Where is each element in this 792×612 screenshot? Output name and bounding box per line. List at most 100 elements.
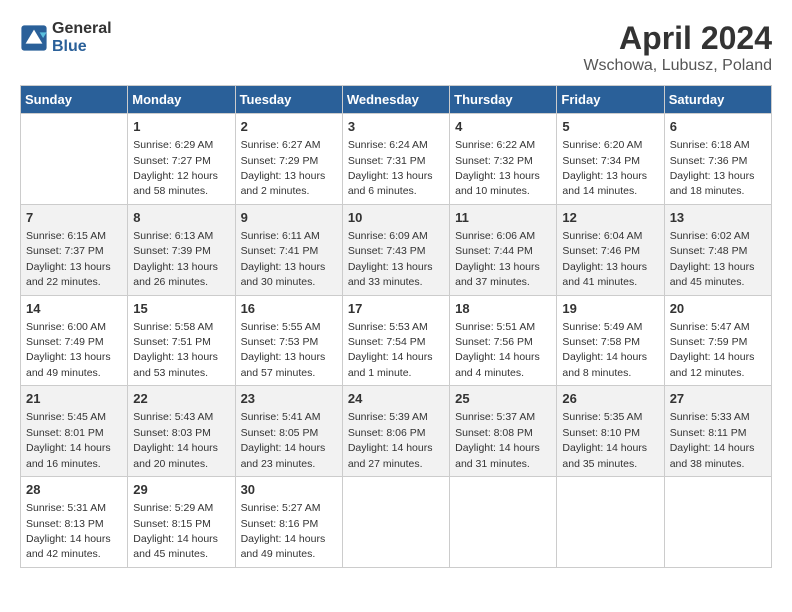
- calendar-header: SundayMondayTuesdayWednesdayThursdayFrid…: [21, 86, 772, 114]
- calendar-cell: 3 Sunrise: 6:24 AM Sunset: 7:31 PM Daylig…: [342, 114, 449, 205]
- calendar-cell: 30 Sunrise: 5:27 AM Sunset: 8:16 PM Dayli…: [235, 477, 342, 568]
- day-info: Sunrise: 6:02 AM Sunset: 7:48 PM Dayligh…: [670, 230, 755, 288]
- day-number: 10: [348, 209, 444, 227]
- day-number: 19: [562, 300, 658, 318]
- day-info: Sunrise: 5:37 AM Sunset: 8:08 PM Dayligh…: [455, 411, 540, 469]
- calendar-cell: 22Sunrise: 5:43 AM Sunset: 8:03 PM Dayli…: [128, 386, 235, 477]
- day-info: Sunrise: 5:31 AM Sunset: 8:13 PM Dayligh…: [26, 502, 111, 560]
- calendar-cell: 12 Sunrise: 6:04 AM Sunset: 7:46 PM Dayli…: [557, 204, 664, 295]
- day-info: Sunrise: 5:53 AM Sunset: 7:54 PM Dayligh…: [348, 321, 433, 379]
- column-header-sunday: Sunday: [21, 86, 128, 114]
- day-number: 3: [348, 118, 444, 136]
- calendar-cell: 23Sunrise: 5:41 AM Sunset: 8:05 PM Dayli…: [235, 386, 342, 477]
- day-number: 12: [562, 209, 658, 227]
- calendar-cell: 9 Sunrise: 6:11 AM Sunset: 7:41 PM Daylig…: [235, 204, 342, 295]
- calendar-cell: 2 Sunrise: 6:27 AM Sunset: 7:29 PM Daylig…: [235, 114, 342, 205]
- day-info: Sunrise: 6:24 AM Sunset: 7:31 PM Dayligh…: [348, 139, 433, 197]
- day-info: Sunrise: 5:39 AM Sunset: 8:06 PM Dayligh…: [348, 411, 433, 469]
- day-info: Sunrise: 6:18 AM Sunset: 7:36 PM Dayligh…: [670, 139, 755, 197]
- day-info: Sunrise: 5:45 AM Sunset: 8:01 PM Dayligh…: [26, 411, 111, 469]
- column-header-tuesday: Tuesday: [235, 86, 342, 114]
- calendar-cell: [450, 477, 557, 568]
- day-number: 13: [670, 209, 766, 227]
- logo-icon: [20, 24, 48, 52]
- logo-text: General Blue: [52, 20, 112, 56]
- day-info: Sunrise: 5:35 AM Sunset: 8:10 PM Dayligh…: [562, 411, 647, 469]
- calendar-body: 1 Sunrise: 6:29 AM Sunset: 7:27 PM Daylig…: [21, 114, 772, 568]
- day-info: Sunrise: 5:51 AM Sunset: 7:56 PM Dayligh…: [455, 321, 540, 379]
- week-row-4: 21 Sunrise: 5:45 AM Sunset: 8:01 PM Dayli…: [21, 386, 772, 477]
- calendar-cell: 14 Sunrise: 6:00 AM Sunset: 7:49 PM Dayli…: [21, 295, 128, 386]
- calendar-cell: 6 Sunrise: 6:18 AM Sunset: 7:36 PM Daylig…: [664, 114, 771, 205]
- calendar-cell: 19 Sunrise: 5:49 AM Sunset: 7:58 PM Dayli…: [557, 295, 664, 386]
- day-info: Sunrise: 5:33 AM Sunset: 8:11 PM Dayligh…: [670, 411, 755, 469]
- day-info: Sunrise: 6:22 AM Sunset: 7:32 PM Dayligh…: [455, 139, 540, 197]
- week-row-1: 1 Sunrise: 6:29 AM Sunset: 7:27 PM Daylig…: [21, 114, 772, 205]
- day-info: Sunrise: 6:29 AM Sunset: 7:27 PM Dayligh…: [133, 139, 218, 197]
- calendar-cell: 8 Sunrise: 6:13 AM Sunset: 7:39 PM Daylig…: [128, 204, 235, 295]
- day-info: Sunrise: 6:04 AM Sunset: 7:46 PM Dayligh…: [562, 230, 647, 288]
- calendar-cell: 16 Sunrise: 5:55 AM Sunset: 7:53 PM Dayli…: [235, 295, 342, 386]
- week-row-2: 7Sunrise: 6:15 AM Sunset: 7:37 PM Daylig…: [21, 204, 772, 295]
- day-number: 15: [133, 300, 229, 318]
- page-header: General Blue April 2024 Wschowa, Lubusz,…: [20, 20, 772, 75]
- calendar-cell: 17 Sunrise: 5:53 AM Sunset: 7:54 PM Dayli…: [342, 295, 449, 386]
- day-number: 22: [133, 390, 229, 408]
- column-header-saturday: Saturday: [664, 86, 771, 114]
- day-info: Sunrise: 6:15 AM Sunset: 7:37 PM Dayligh…: [26, 230, 111, 288]
- day-number: 1: [133, 118, 229, 136]
- day-number: 6: [670, 118, 766, 136]
- day-number: 21: [26, 390, 122, 408]
- header-row: SundayMondayTuesdayWednesdayThursdayFrid…: [21, 86, 772, 114]
- calendar-cell: 11Sunrise: 6:06 AM Sunset: 7:44 PM Dayli…: [450, 204, 557, 295]
- day-number: 25: [455, 390, 551, 408]
- day-number: 11: [455, 209, 551, 227]
- day-number: 16: [241, 300, 337, 318]
- calendar-cell: 29Sunrise: 5:29 AM Sunset: 8:15 PM Dayli…: [128, 477, 235, 568]
- column-header-friday: Friday: [557, 86, 664, 114]
- day-info: Sunrise: 6:09 AM Sunset: 7:43 PM Dayligh…: [348, 230, 433, 288]
- day-info: Sunrise: 6:13 AM Sunset: 7:39 PM Dayligh…: [133, 230, 218, 288]
- title-block: April 2024 Wschowa, Lubusz, Poland: [583, 20, 772, 75]
- calendar-cell: 18Sunrise: 5:51 AM Sunset: 7:56 PM Dayli…: [450, 295, 557, 386]
- calendar-cell: 21 Sunrise: 5:45 AM Sunset: 8:01 PM Dayli…: [21, 386, 128, 477]
- day-info: Sunrise: 5:55 AM Sunset: 7:53 PM Dayligh…: [241, 321, 326, 379]
- day-info: Sunrise: 6:00 AM Sunset: 7:49 PM Dayligh…: [26, 321, 111, 379]
- day-number: 29: [133, 481, 229, 499]
- day-info: Sunrise: 5:58 AM Sunset: 7:51 PM Dayligh…: [133, 321, 218, 379]
- calendar-cell: [342, 477, 449, 568]
- day-number: 24: [348, 390, 444, 408]
- calendar-cell: 25 Sunrise: 5:37 AM Sunset: 8:08 PM Dayli…: [450, 386, 557, 477]
- day-number: 9: [241, 209, 337, 227]
- day-info: Sunrise: 5:41 AM Sunset: 8:05 PM Dayligh…: [241, 411, 326, 469]
- calendar-cell: 24 Sunrise: 5:39 AM Sunset: 8:06 PM Dayli…: [342, 386, 449, 477]
- day-number: 8: [133, 209, 229, 227]
- calendar-cell: 5Sunrise: 6:20 AM Sunset: 7:34 PM Daylig…: [557, 114, 664, 205]
- day-info: Sunrise: 6:11 AM Sunset: 7:41 PM Dayligh…: [241, 230, 326, 288]
- week-row-3: 14 Sunrise: 6:00 AM Sunset: 7:49 PM Dayli…: [21, 295, 772, 386]
- calendar-cell: [557, 477, 664, 568]
- calendar-cell: [21, 114, 128, 205]
- calendar-cell: 26Sunrise: 5:35 AM Sunset: 8:10 PM Dayli…: [557, 386, 664, 477]
- calendar-subtitle: Wschowa, Lubusz, Poland: [583, 57, 772, 75]
- calendar-cell: 28Sunrise: 5:31 AM Sunset: 8:13 PM Dayli…: [21, 477, 128, 568]
- column-header-thursday: Thursday: [450, 86, 557, 114]
- calendar-cell: 13 Sunrise: 6:02 AM Sunset: 7:48 PM Dayli…: [664, 204, 771, 295]
- day-number: 14: [26, 300, 122, 318]
- day-info: Sunrise: 5:49 AM Sunset: 7:58 PM Dayligh…: [562, 321, 647, 379]
- day-number: 30: [241, 481, 337, 499]
- day-info: Sunrise: 5:27 AM Sunset: 8:16 PM Dayligh…: [241, 502, 326, 560]
- day-number: 17: [348, 300, 444, 318]
- calendar-cell: 10 Sunrise: 6:09 AM Sunset: 7:43 PM Dayli…: [342, 204, 449, 295]
- day-number: 2: [241, 118, 337, 136]
- calendar-cell: 15 Sunrise: 5:58 AM Sunset: 7:51 PM Dayli…: [128, 295, 235, 386]
- calendar-cell: 1 Sunrise: 6:29 AM Sunset: 7:27 PM Daylig…: [128, 114, 235, 205]
- calendar-cell: 7Sunrise: 6:15 AM Sunset: 7:37 PM Daylig…: [21, 204, 128, 295]
- day-info: Sunrise: 6:27 AM Sunset: 7:29 PM Dayligh…: [241, 139, 326, 197]
- calendar-table: SundayMondayTuesdayWednesdayThursdayFrid…: [20, 85, 772, 568]
- calendar-title: April 2024: [583, 20, 772, 57]
- week-row-5: 28Sunrise: 5:31 AM Sunset: 8:13 PM Dayli…: [21, 477, 772, 568]
- day-number: 5: [562, 118, 658, 136]
- day-number: 4: [455, 118, 551, 136]
- calendar-cell: 27Sunrise: 5:33 AM Sunset: 8:11 PM Dayli…: [664, 386, 771, 477]
